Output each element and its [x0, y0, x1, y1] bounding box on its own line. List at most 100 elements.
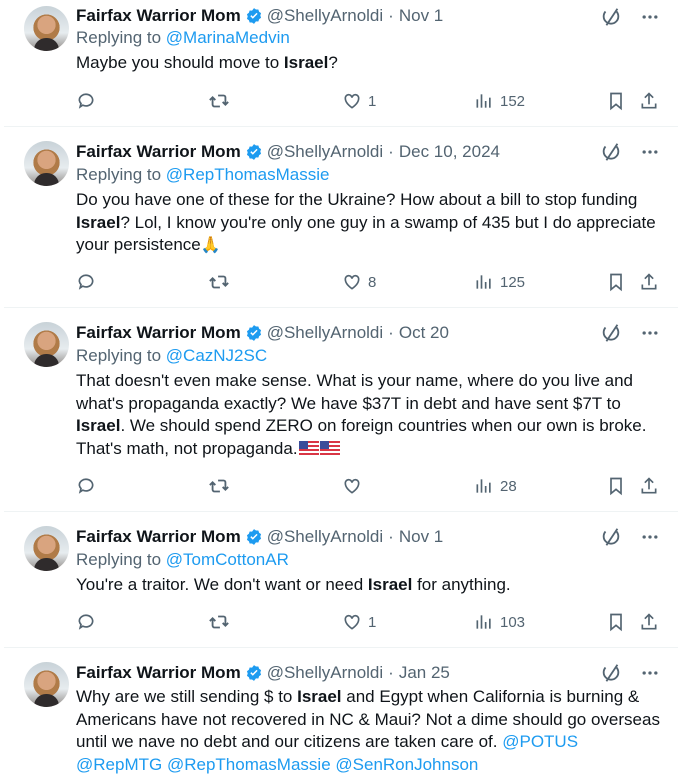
share-button[interactable] — [639, 91, 659, 111]
bookmark-button[interactable] — [606, 476, 626, 496]
views-icon — [476, 94, 491, 108]
avatar[interactable] — [24, 6, 69, 51]
view-count: 103 — [500, 613, 526, 631]
tweet-date[interactable]: Dec 10, 2024 — [399, 142, 500, 162]
grok-icon[interactable] — [600, 141, 622, 163]
views-button[interactable]: 125 — [474, 272, 525, 292]
replying-to-label: Replying to — [76, 165, 166, 184]
reply-button[interactable] — [76, 612, 96, 632]
tweet-text: That doesn't even make sense. What is yo… — [76, 370, 666, 460]
display-name[interactable]: Fairfax Warrior Mom — [76, 663, 241, 683]
mention-link[interactable]: @RepThomasMassie — [167, 755, 331, 774]
tweet-header: Fairfax Warrior Mom @ShellyArnoldi · Oct… — [76, 321, 449, 345]
bookmark-button[interactable] — [606, 91, 626, 111]
more-icon[interactable] — [640, 527, 660, 547]
retweet-button[interactable] — [208, 271, 230, 293]
like-button[interactable]: 1 — [342, 612, 376, 632]
heart-icon — [344, 93, 360, 109]
user-handle[interactable]: @ShellyArnoldi — [267, 142, 383, 162]
tweet-feed: Fairfax Warrior Mom @ShellyArnoldi · Nov… — [0, 0, 689, 779]
share-button[interactable] — [639, 612, 659, 632]
bookmark-icon — [610, 613, 622, 632]
view-count: 28 — [500, 477, 517, 495]
more-icon[interactable] — [640, 663, 660, 683]
tweet[interactable]: Fairfax Warrior Mom @ShellyArnoldi · Nov… — [4, 0, 678, 127]
user-handle[interactable]: @ShellyArnoldi — [267, 663, 383, 683]
retweet-icon — [209, 275, 229, 289]
mention-link[interactable]: @POTUS — [502, 732, 578, 751]
tweet[interactable]: Fairfax Warrior Mom @ShellyArnoldi · Jan… — [4, 648, 678, 779]
avatar[interactable] — [24, 526, 69, 571]
separator-dot: · — [388, 527, 394, 546]
text-part: ? Lol, I know you're only one guy in a s… — [76, 212, 656, 255]
retweet-button[interactable] — [208, 611, 230, 633]
separator-dot: · — [388, 142, 394, 161]
grok-icon[interactable] — [600, 322, 622, 344]
retweet-button[interactable] — [208, 90, 230, 112]
text-part: That doesn't even make sense. What is yo… — [76, 371, 633, 413]
tweet-header: Fairfax Warrior Mom @ShellyArnoldi · Jan… — [76, 661, 450, 685]
mention-link[interactable]: @SenRonJohnson — [335, 755, 478, 774]
user-handle[interactable]: @ShellyArnoldi — [267, 527, 383, 547]
like-count: 1 — [368, 613, 377, 631]
bookmark-button[interactable] — [606, 612, 626, 632]
user-handle[interactable]: @ShellyArnoldi — [267, 323, 383, 343]
reply-icon — [78, 478, 94, 494]
folded-hands-emoji: 🙏 — [200, 237, 221, 254]
bookmark-button[interactable] — [606, 272, 626, 292]
header-actions — [600, 6, 660, 28]
tweet[interactable]: Fairfax Warrior Mom @ShellyArnoldi · Dec… — [4, 127, 678, 308]
view-count: 125 — [500, 273, 526, 291]
replying-to-label: Replying to — [76, 550, 166, 569]
replying-to-link[interactable]: @TomCottonAR — [166, 550, 289, 569]
tweet-text: Do you have one of these for the Ukraine… — [76, 189, 666, 258]
tweet-date[interactable]: Jan 25 — [399, 663, 450, 683]
views-button[interactable]: 152 — [474, 91, 525, 111]
separator-dot: · — [388, 6, 394, 25]
tweet[interactable]: Fairfax Warrior Mom @ShellyArnoldi · Nov… — [4, 512, 678, 648]
user-handle[interactable]: @ShellyArnoldi — [267, 6, 383, 26]
share-icon — [641, 477, 657, 494]
replying-to-link[interactable]: @MarinaMedvin — [166, 28, 290, 47]
tweet-date[interactable]: Nov 1 — [399, 6, 443, 26]
highlight-term: Israel — [283, 53, 329, 72]
reply-button[interactable] — [76, 91, 96, 111]
like-button[interactable]: 8 — [342, 272, 376, 292]
share-button[interactable] — [639, 476, 659, 496]
grok-icon[interactable] — [600, 526, 622, 548]
tweet-date[interactable]: Nov 1 — [399, 527, 443, 547]
avatar[interactable] — [24, 662, 69, 707]
tweet-date[interactable]: Oct 20 — [399, 323, 449, 343]
tweet-text: Why are we still sending $ to Israel and… — [76, 686, 666, 776]
more-icon[interactable] — [640, 142, 660, 162]
tweet[interactable]: Fairfax Warrior Mom @ShellyArnoldi · Oct… — [4, 308, 678, 512]
display-name[interactable]: Fairfax Warrior Mom — [76, 323, 241, 343]
display-name[interactable]: Fairfax Warrior Mom — [76, 527, 241, 547]
reply-button[interactable] — [76, 272, 96, 292]
avatar[interactable] — [24, 141, 69, 186]
header-actions — [600, 662, 660, 684]
reply-icon — [78, 274, 94, 290]
us-flag-emoji — [298, 440, 319, 455]
views-button[interactable]: 103 — [474, 612, 525, 632]
replying-to-link[interactable]: @CazNJ2SC — [166, 346, 267, 365]
like-button[interactable]: 1 — [342, 91, 376, 111]
heart-icon — [344, 614, 360, 630]
avatar[interactable] — [24, 322, 69, 367]
more-icon[interactable] — [640, 323, 660, 343]
view-count: 152 — [500, 92, 526, 110]
views-button[interactable]: 28 — [474, 476, 517, 496]
mention-link[interactable]: @RepMTG — [76, 755, 162, 774]
grok-icon[interactable] — [600, 662, 622, 684]
replying-to-link[interactable]: @RepThomasMassie — [166, 165, 330, 184]
share-button[interactable] — [639, 272, 659, 292]
like-button[interactable] — [342, 476, 368, 496]
grok-icon[interactable] — [600, 6, 622, 28]
display-name[interactable]: Fairfax Warrior Mom — [76, 6, 241, 26]
display-name[interactable]: Fairfax Warrior Mom — [76, 142, 241, 162]
retweet-button[interactable] — [208, 475, 230, 497]
more-icon[interactable] — [640, 7, 660, 27]
reply-button[interactable] — [76, 476, 96, 496]
verified-badge-icon — [245, 7, 263, 25]
heart-icon — [344, 478, 360, 494]
